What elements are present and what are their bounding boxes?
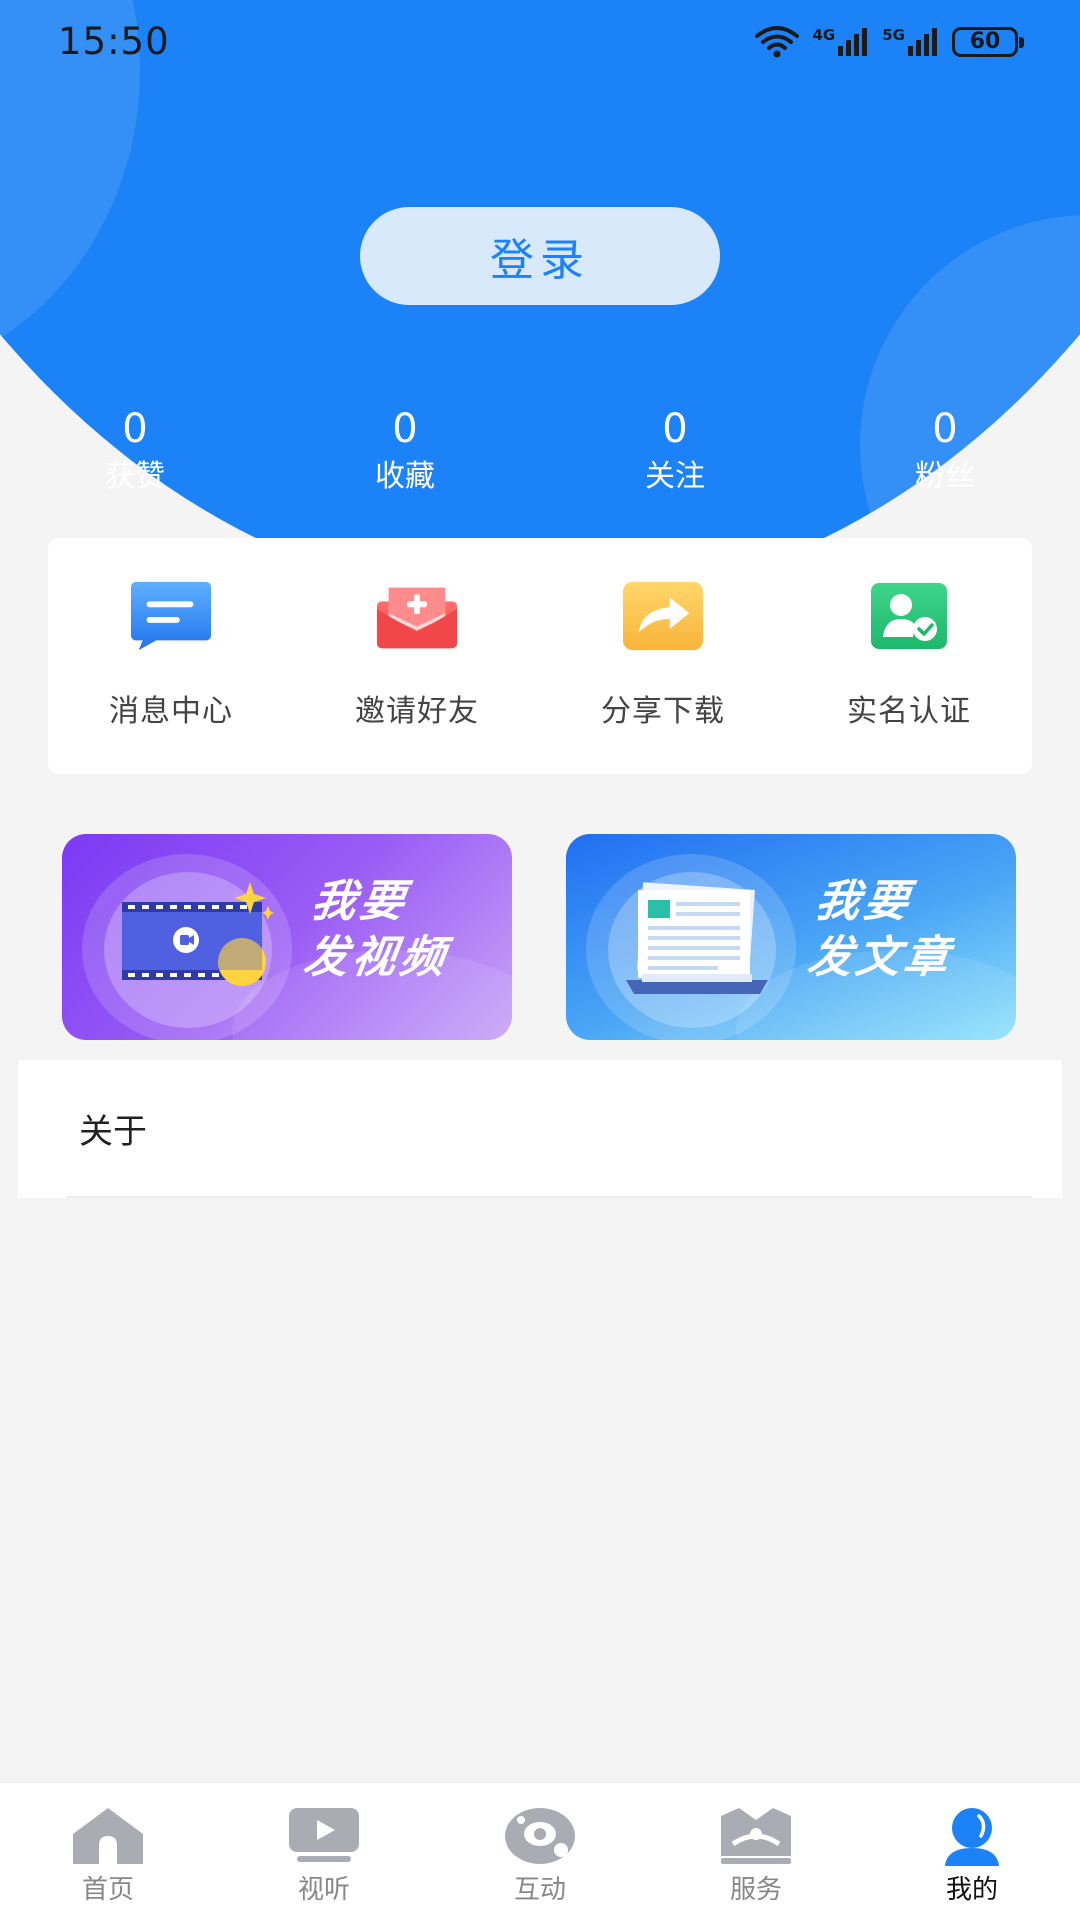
stat-value: 0 [932, 406, 958, 452]
publish-article-banner[interactable]: 我要 发文章 [566, 834, 1016, 1040]
profile-icon [934, 1805, 1010, 1867]
article-document-icon [626, 882, 768, 994]
banner-title-line: 发视频 [300, 932, 452, 983]
status-bar: 15:50 4G 5G 60 [0, 0, 1080, 90]
wifi-icon [754, 26, 799, 58]
publish-video-banner[interactable]: 我要 发视频 [62, 834, 512, 1040]
interact-icon [502, 1805, 578, 1867]
action-label: 邀请好友 [355, 694, 479, 729]
action-message-center[interactable]: 消息中心 [48, 538, 294, 774]
banner-title-line: 我要 [812, 876, 916, 927]
banner-title-line: 发文章 [804, 932, 956, 983]
nav-label: 互动 [513, 1875, 566, 1905]
network-label: 4G [812, 26, 836, 44]
bottom-nav: 首页 视听 互动 服务 我的 [0, 1782, 1080, 1920]
status-icons: 4G 5G 60 [754, 26, 1024, 58]
profile-header: 15:50 4G 5G 60 登录 0 获赞 0 收藏 0 关注 0 粉丝 [0, 0, 1080, 605]
banner-title: 我要 发文章 [804, 874, 964, 986]
nav-label: 服务 [729, 1875, 782, 1905]
share-icon [621, 576, 705, 656]
banner-title: 我要 发视频 [300, 874, 460, 986]
invite-icon [375, 576, 459, 656]
nav-label: 我的 [945, 1875, 998, 1905]
service-icon [718, 1805, 794, 1867]
signal-bars-icon [908, 28, 937, 56]
stat-likes[interactable]: 0 获赞 [45, 404, 225, 500]
stat-label: 关注 [645, 459, 705, 494]
signal-5g-icon: 5G [882, 28, 938, 56]
stat-favorites[interactable]: 0 收藏 [315, 404, 495, 500]
stat-fans[interactable]: 0 粉丝 [855, 404, 1035, 500]
stat-value: 0 [662, 406, 688, 452]
stats-row: 0 获赞 0 收藏 0 关注 0 粉丝 [0, 404, 1080, 504]
quick-actions-card: 消息中心 邀请好友 分享下载 实名认证 [48, 538, 1032, 774]
banner-title-line: 我要 [308, 876, 412, 927]
action-invite-friends[interactable]: 邀请好友 [294, 538, 540, 774]
nav-item-mine[interactable]: 我的 [864, 1783, 1080, 1920]
status-time: 15:50 [58, 20, 170, 63]
stat-value: 0 [122, 406, 148, 452]
list-item-label: 关于 [79, 1112, 147, 1152]
nav-item-interact[interactable]: 互动 [432, 1783, 648, 1920]
action-label: 消息中心 [109, 694, 233, 729]
signal-bars-icon [838, 28, 868, 56]
nav-item-media[interactable]: 视听 [216, 1783, 432, 1920]
network-label: 5G [882, 26, 905, 44]
play-icon [286, 1805, 362, 1867]
nav-label: 视听 [297, 1875, 350, 1905]
stat-value: 0 [392, 406, 418, 452]
settings-list: 关于 [18, 1060, 1062, 1198]
signal-4g-icon: 4G [813, 28, 869, 56]
video-film-icon [122, 882, 274, 986]
stat-label: 获赞 [105, 459, 165, 494]
verify-icon [867, 576, 951, 656]
stat-label: 粉丝 [915, 459, 975, 494]
divider [66, 1196, 1032, 1198]
nav-item-home[interactable]: 首页 [0, 1783, 216, 1920]
message-icon [129, 576, 213, 656]
login-button[interactable]: 登录 [360, 207, 720, 305]
battery-icon: 60 [952, 27, 1024, 57]
list-item-about[interactable]: 关于 [18, 1060, 1062, 1196]
nav-label: 首页 [81, 1875, 134, 1905]
nav-item-service[interactable]: 服务 [648, 1783, 864, 1920]
action-real-name-verify[interactable]: 实名认证 [786, 538, 1032, 774]
stat-label: 收藏 [375, 459, 435, 494]
action-share-download[interactable]: 分享下载 [540, 538, 786, 774]
action-label: 实名认证 [847, 694, 971, 729]
action-label: 分享下载 [601, 694, 725, 729]
stat-following[interactable]: 0 关注 [585, 404, 765, 500]
home-icon [70, 1805, 146, 1867]
